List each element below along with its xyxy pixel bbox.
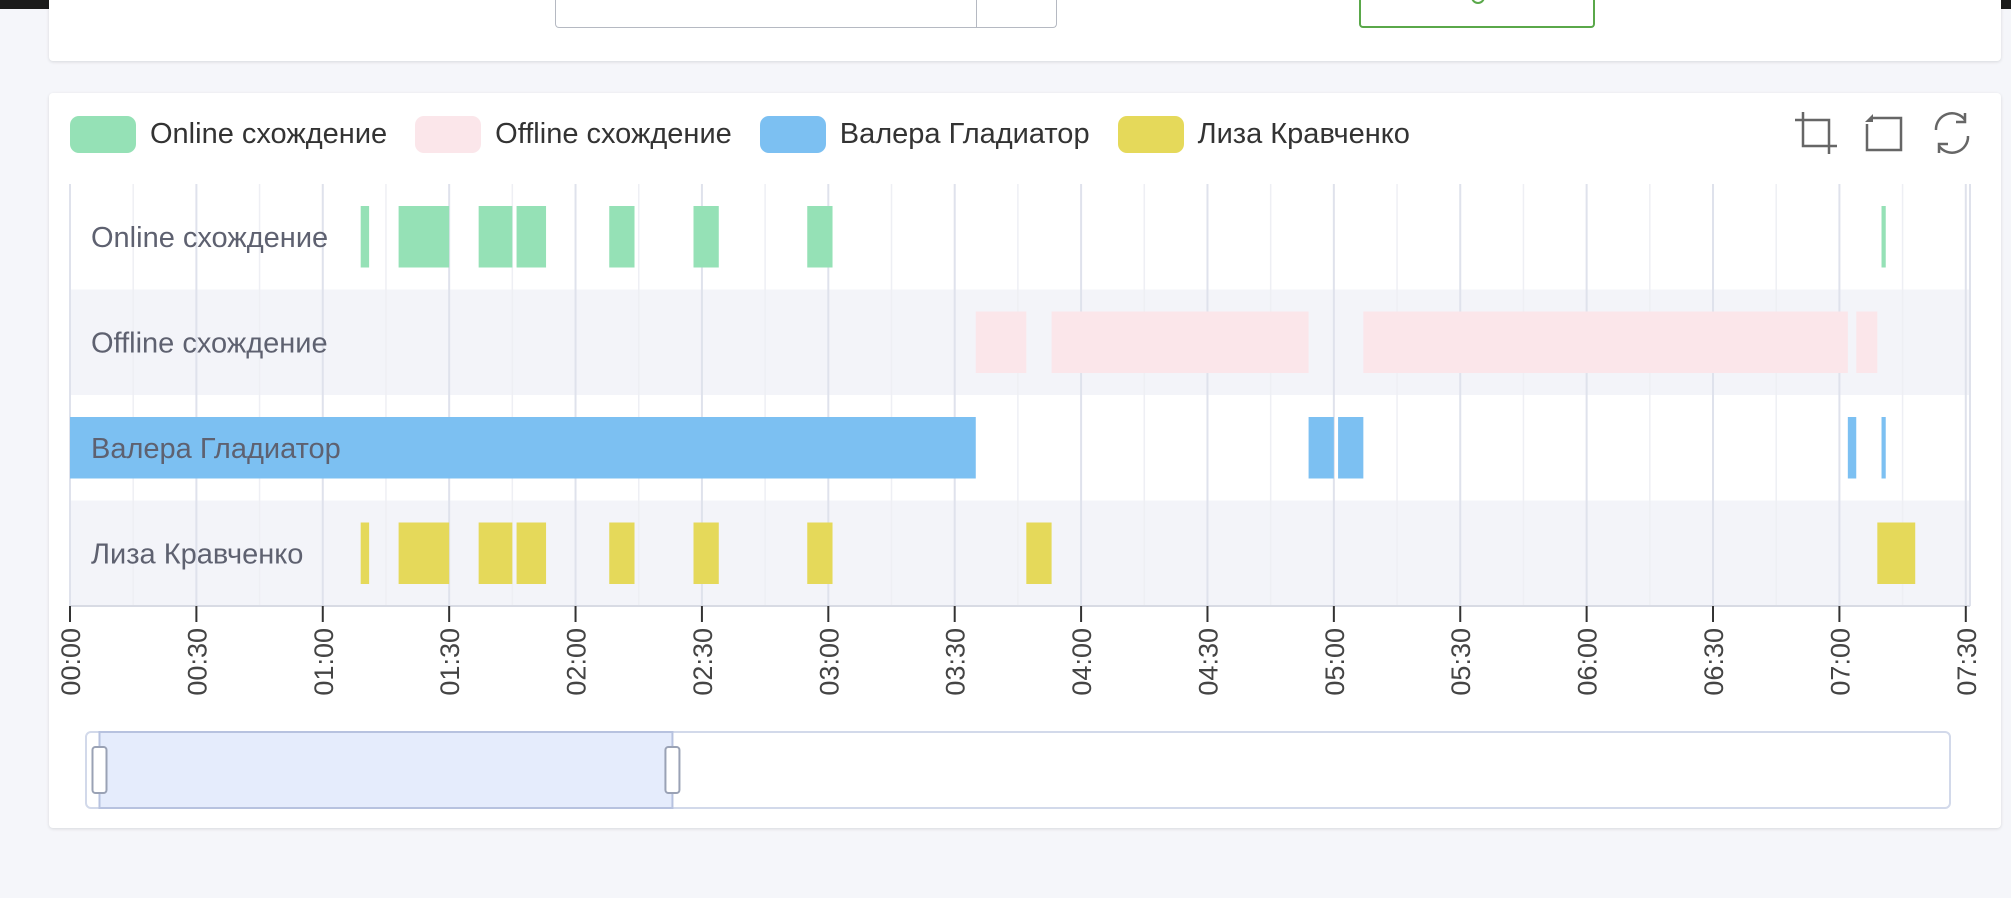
- legend-label: Лиза Кравченко: [1197, 117, 1410, 150]
- chart-card: [49, 93, 2001, 828]
- legend-item[interactable]: Offline схождение: [415, 115, 732, 153]
- legend-label: Online схождение: [150, 117, 388, 150]
- legend-item[interactable]: Online схождение: [70, 115, 388, 153]
- legend-swatch: [415, 115, 482, 153]
- legend-label: Валера Гладиатор: [839, 117, 1090, 150]
- apply-button[interactable]: [1359, 0, 1595, 28]
- zoom-reset-icon[interactable]: [1859, 108, 1909, 158]
- input-divider: [976, 0, 977, 28]
- filter-input[interactable]: [555, 0, 1057, 28]
- chart-legend: Online схождение Offline схождение Валера …: [70, 114, 1438, 154]
- zoom-icon[interactable]: [1791, 108, 1841, 158]
- legend-label: Offline схождение: [495, 117, 732, 150]
- legend-swatch: [1117, 115, 1184, 153]
- legend-swatch: [70, 115, 136, 153]
- filter-panel: [49, 0, 2001, 61]
- legend-item[interactable]: Лиза Кравченко: [1117, 115, 1410, 153]
- chart-toolbox: [1791, 108, 2011, 158]
- legend-item[interactable]: Валера Гладиатор: [759, 115, 1090, 153]
- legend-swatch: [759, 115, 826, 153]
- button-icon: [1471, 0, 1485, 4]
- restore-icon[interactable]: [1927, 108, 1977, 158]
